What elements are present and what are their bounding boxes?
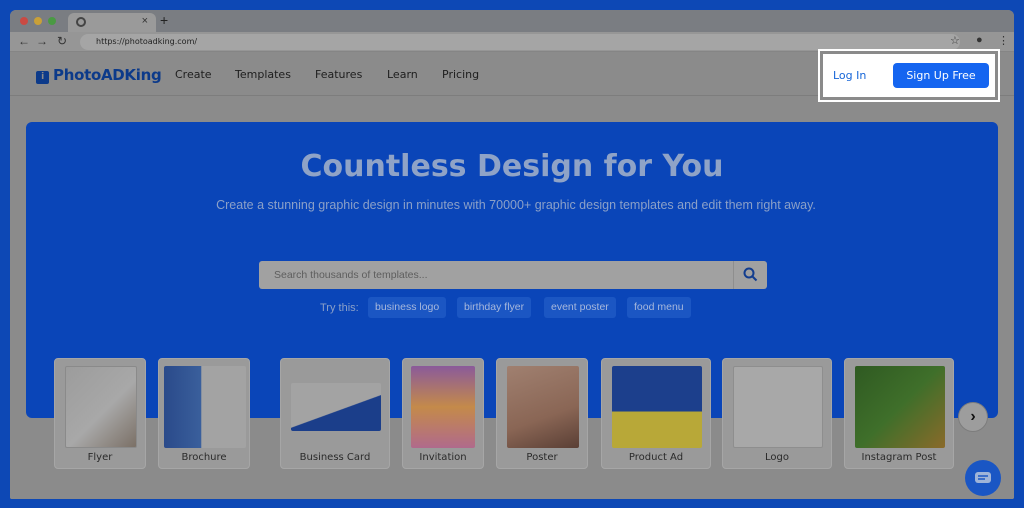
flyer-thumbnail — [65, 366, 137, 448]
chip-food-menu[interactable]: food menu — [627, 297, 691, 318]
category-card-product-ad[interactable]: Product Ad — [601, 358, 711, 469]
address-bar-row: ← → ↻ https://photoadking.com/ ☆ ● ⋮ — [10, 32, 1014, 52]
signup-button[interactable]: Sign Up Free — [893, 63, 989, 88]
menu-kebab-icon[interactable]: ⋮ — [998, 34, 1009, 47]
forward-arrow-icon[interactable]: → — [36, 34, 48, 48]
category-label: Invitation — [419, 452, 467, 463]
logo-text: PhotoADKing — [53, 66, 162, 84]
brochure-thumbnail — [164, 366, 246, 448]
category-card-brochure[interactable]: Brochure — [158, 358, 250, 469]
category-card-poster[interactable]: Poster — [496, 358, 588, 469]
search-button[interactable] — [733, 261, 767, 289]
nav-create[interactable]: Create — [175, 68, 212, 81]
poster-thumbnail — [507, 366, 579, 448]
logo-thumbnail — [733, 366, 823, 448]
url-input[interactable]: https://photoadking.com/ — [80, 34, 960, 50]
minimize-window-icon[interactable] — [34, 17, 42, 25]
chip-business-logo[interactable]: business logo — [368, 297, 447, 318]
chip-birthday-flyer[interactable]: birthday flyer — [457, 297, 532, 318]
browser-tab[interactable]: × — [68, 13, 156, 32]
globe-icon — [76, 17, 86, 27]
category-card-logo[interactable]: Logo — [722, 358, 832, 469]
tab-bar: × + — [10, 10, 1014, 32]
site-header: i PhotoADKing Create Templates Features L… — [10, 49, 1014, 102]
browser-window: × + ← → ↻ https://photoadking.com/ ☆ ● ⋮… — [10, 10, 1014, 499]
hero-subtitle: Create a stunning graphic design in minu… — [216, 198, 816, 212]
search-icon — [743, 267, 758, 282]
category-label: Logo — [765, 452, 789, 463]
chat-button[interactable] — [965, 460, 1001, 496]
chip-event-poster[interactable]: event poster — [544, 297, 616, 318]
tab-close-icon[interactable]: × — [142, 15, 148, 27]
try-this-label: Try this: — [320, 302, 359, 314]
hero-title: Countless Design for You — [300, 149, 724, 184]
product-ad-thumbnail — [612, 366, 702, 448]
bookmark-star-icon[interactable]: ☆ — [950, 34, 960, 47]
category-card-flyer[interactable]: Flyer — [54, 358, 146, 469]
invitation-thumbnail — [411, 366, 475, 448]
category-label: Product Ad — [628, 452, 684, 463]
login-link[interactable]: Log In — [833, 69, 866, 82]
auth-highlight-box: Log In Sign Up Free — [818, 49, 1000, 102]
category-label: Business Card — [299, 452, 371, 463]
category-label: Brochure — [181, 452, 227, 463]
category-card-invitation[interactable]: Invitation — [402, 358, 484, 469]
category-card-business-card[interactable]: Business Card — [280, 358, 390, 469]
nav-learn[interactable]: Learn — [387, 68, 418, 81]
maximize-window-icon[interactable] — [48, 17, 56, 25]
new-tab-button[interactable]: + — [160, 12, 168, 28]
site-logo[interactable]: i PhotoADKing — [36, 66, 162, 84]
category-label: Instagram Post — [861, 452, 937, 463]
chat-icon — [975, 472, 991, 483]
close-window-icon[interactable] — [20, 17, 28, 25]
category-label: Poster — [526, 452, 558, 463]
nav-features[interactable]: Features — [315, 68, 362, 81]
category-card-instagram-post[interactable]: Instagram Post — [844, 358, 954, 469]
profile-icon[interactable]: ● — [976, 34, 983, 46]
page-content: i PhotoADKing Create Templates Features L… — [10, 49, 1014, 499]
business-card-thumbnail — [291, 383, 381, 431]
template-search-bar[interactable]: Search thousands of templates... — [259, 261, 767, 289]
logo-mark-icon: i — [36, 71, 49, 84]
chevron-right-icon: › — [970, 408, 976, 425]
carousel-next-button[interactable]: › — [958, 402, 988, 432]
instagram-post-thumbnail — [855, 366, 945, 448]
reload-icon[interactable]: ↻ — [57, 34, 67, 48]
category-label: Flyer — [87, 452, 113, 463]
nav-pricing[interactable]: Pricing — [442, 68, 479, 81]
nav-templates[interactable]: Templates — [235, 68, 291, 81]
back-arrow-icon[interactable]: ← — [18, 34, 30, 48]
search-input[interactable]: Search thousands of templates... — [274, 269, 428, 281]
